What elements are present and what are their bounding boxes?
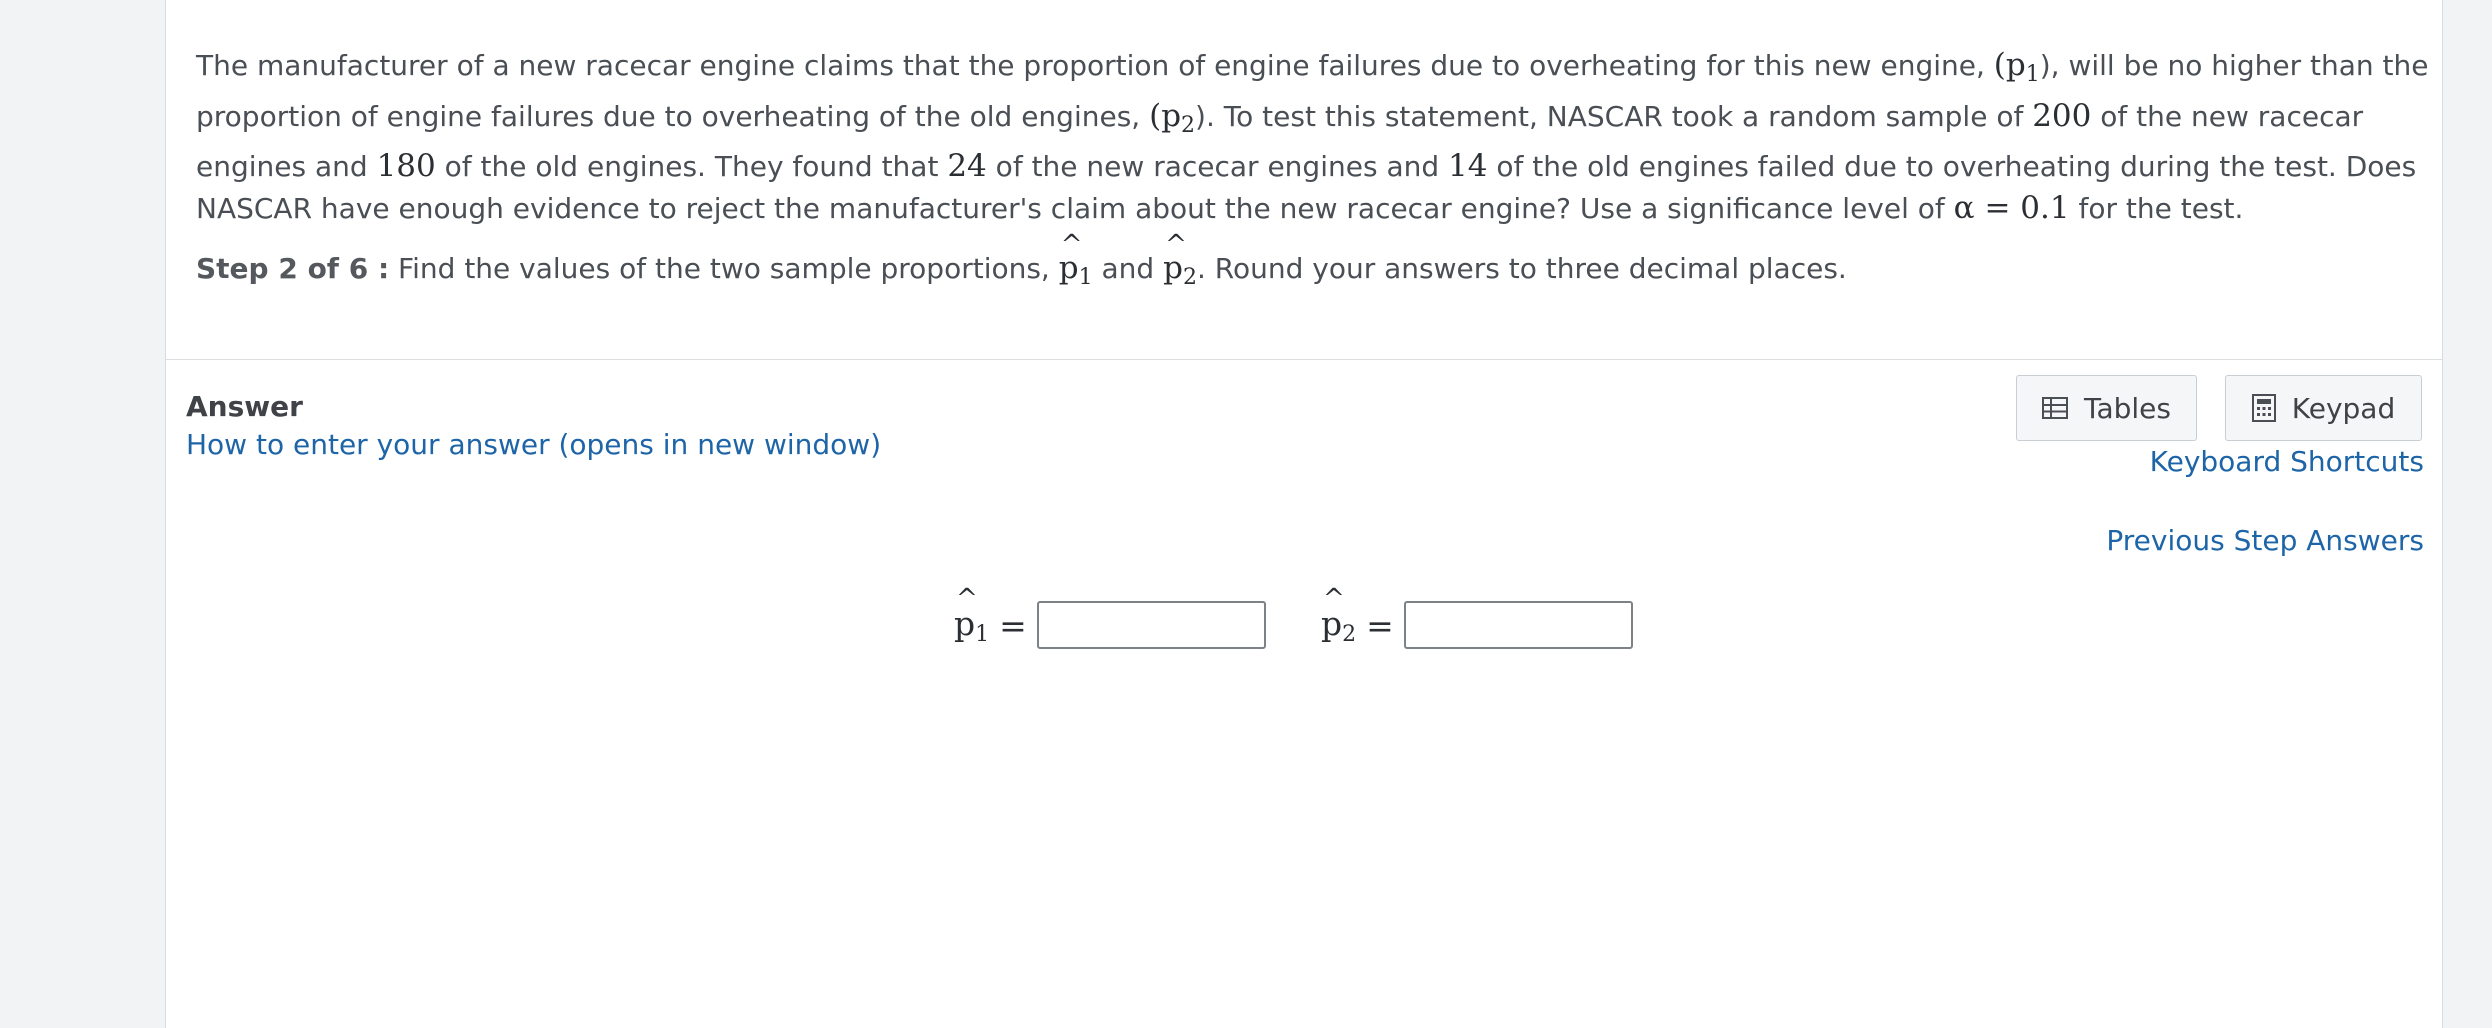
problem-text: The manufacturer of a new racecar engine… (196, 49, 1994, 82)
math-x1: 24 (947, 148, 987, 184)
problem-text: for the test. (2069, 191, 2244, 225)
problem-text: ). To test this statement, NASCAR took a… (1195, 99, 2033, 133)
math-p1: (p1 (1993, 47, 2040, 87)
previous-step-answers-link[interactable]: Previous Step Answers (2106, 524, 2424, 557)
math-phat1: p1 (1059, 230, 1093, 290)
step-text-after: . Round your answers to three decimal pl… (1196, 252, 1847, 285)
math-p2: (p2 (1149, 97, 1196, 138)
table-grid-icon (2042, 397, 2068, 419)
problem-text: of the new racecar engines and (986, 150, 1449, 183)
problem-text: of the old engines. They found that (435, 150, 948, 183)
problem-statement: The manufacturer of a new racecar engine… (196, 45, 2436, 229)
math-n2: 180 (376, 148, 436, 184)
math-phat2: p2 (1163, 230, 1197, 290)
phat1-symbol: p1 (954, 584, 989, 647)
calculator-icon (2251, 394, 2276, 422)
math-n1: 200 (2032, 97, 2092, 134)
keyboard-shortcuts-link[interactable]: Keyboard Shortcuts (2150, 445, 2424, 478)
answer-heading: Answer (186, 390, 303, 423)
section-divider (166, 359, 2442, 360)
phat1-input[interactable] (1036, 601, 1266, 649)
tables-button[interactable]: Tables (2016, 375, 2197, 441)
phat2-answer-group: p2 = (1321, 584, 1633, 650)
step-text: Find the values of the two sample propor… (389, 252, 1059, 285)
phat2-input[interactable] (1403, 601, 1633, 649)
math-alpha: α = 0.1 (1953, 189, 2070, 226)
question-panel: The manufacturer of a new racecar engine… (165, 0, 2443, 1028)
step-instruction: Step 2 of 6 : Find the values of the two… (196, 230, 1847, 290)
keypad-button[interactable]: Keypad (2225, 375, 2422, 441)
equals-sign: = (999, 605, 1027, 645)
phat1-answer-group: p1 = (954, 584, 1266, 650)
math-x2: 14 (1448, 148, 1488, 184)
tables-label: Tables (2084, 391, 2171, 425)
equals-sign: = (1366, 605, 1394, 645)
how-to-enter-answer-link[interactable]: How to enter your answer (opens in new w… (186, 428, 881, 461)
phat2-symbol: p2 (1321, 584, 1356, 647)
keypad-label: Keypad (2291, 391, 2396, 425)
step-and: and (1092, 252, 1164, 285)
step-label: Step 2 of 6 : (196, 252, 390, 285)
